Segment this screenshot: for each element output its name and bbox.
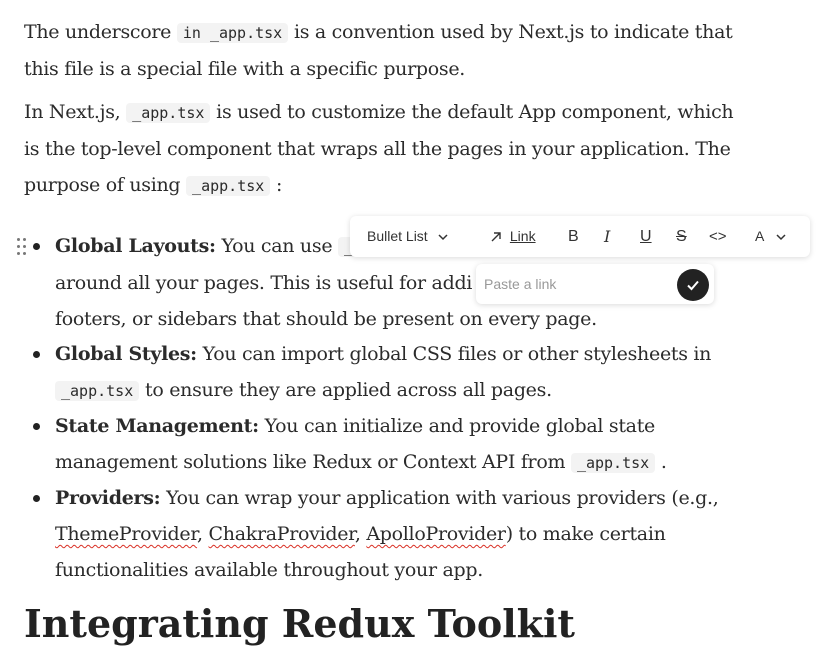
chevron-down-icon [776, 234, 786, 241]
block-type-dropdown[interactable]: Bullet List [367, 216, 449, 257]
confirm-link-button[interactable] [677, 269, 709, 301]
text: . [655, 451, 667, 473]
text: functionalities available throughout you… [55, 559, 483, 581]
list-item[interactable]: State Management: You can initialize and… [55, 408, 755, 481]
arrow-up-right-icon [491, 232, 501, 242]
link-label: Link [509, 228, 536, 244]
text: You can wrap your application with vario… [160, 487, 719, 509]
text: , [197, 523, 209, 545]
formatting-toolbar: Bullet List Link B I U S <> A [350, 216, 810, 257]
misspelled-word[interactable]: ApolloProvider [366, 523, 506, 545]
list-item-title: State Management: [55, 415, 259, 437]
link-button[interactable]: Link [490, 216, 536, 257]
underline-icon: U [640, 228, 652, 245]
text: management solutions like Redux or Conte… [55, 451, 571, 473]
text: around all your pages. This is useful fo… [55, 272, 473, 294]
text: In Next.js, [24, 101, 127, 123]
list-item-title: Global Layouts: [55, 235, 216, 257]
inline-code: _app.tsx [570, 453, 656, 473]
text: You can initialize and provide global st… [258, 415, 656, 437]
bold-button[interactable]: B [568, 216, 579, 257]
strikethrough-button[interactable]: S [676, 216, 687, 257]
inline-code: _app.tsx [55, 381, 140, 401]
block-type-label: Bullet List [367, 228, 428, 244]
italic-button[interactable]: I [604, 216, 610, 257]
text: You can import global CSS files or other… [196, 343, 712, 365]
text-color-icon: A [755, 228, 764, 244]
inline-code: in _app.tsx [176, 23, 289, 43]
link-popup [476, 264, 714, 304]
list-item[interactable]: Providers: You can wrap your application… [55, 480, 755, 588]
text: , [354, 523, 367, 545]
list-item[interactable]: Global Styles: You can import global CSS… [55, 336, 755, 409]
list-item-title: Providers: [55, 487, 161, 509]
section-heading: Integrating Redux Toolkit [24, 601, 575, 646]
bold-icon: B [568, 228, 579, 245]
italic-icon: I [604, 227, 611, 246]
text: You can use [215, 235, 338, 257]
misspelled-word[interactable]: ThemeProvider [55, 523, 197, 545]
code-button[interactable]: <> [709, 216, 727, 257]
text: footers, or sidebars that should be pres… [55, 308, 597, 330]
list-item-title: Global Styles: [55, 343, 197, 365]
text: : [270, 174, 283, 196]
text: to ensure they are applied across all pa… [139, 379, 552, 401]
text: The underscore [24, 21, 177, 43]
strikethrough-icon: S [676, 228, 687, 245]
bullet-icon [33, 243, 40, 250]
check-icon [687, 280, 699, 291]
code-icon: <> [709, 228, 727, 245]
paragraph-app-purpose: In Next.js, _app.tsx is used to customiz… [24, 94, 744, 204]
bullet-icon [33, 423, 40, 430]
misspelled-word[interactable]: ChakraProvider [209, 523, 356, 545]
drag-handle-icon[interactable] [17, 238, 31, 256]
bullet-icon [33, 351, 40, 358]
paragraph-intro: The underscore in _app.tsx is a conventi… [24, 14, 744, 87]
link-input[interactable] [484, 272, 664, 296]
inline-code: _app.tsx [126, 103, 211, 123]
text-color-dropdown[interactable]: A [755, 216, 787, 257]
underline-button[interactable]: U [640, 216, 652, 257]
text: ) to make certain [505, 523, 666, 545]
inline-code: _app.tsx [186, 176, 271, 196]
bullet-icon [33, 495, 40, 502]
chevron-down-icon [438, 234, 448, 241]
